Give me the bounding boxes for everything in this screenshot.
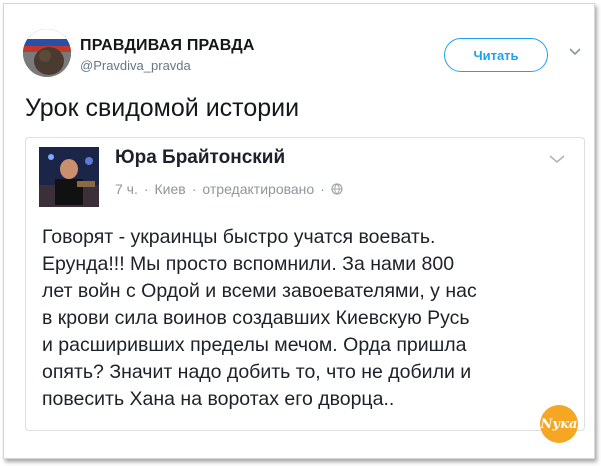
- post-body-line: Говорят - украинцы быстро учатся воевать…: [42, 226, 436, 248]
- chevron-down-icon[interactable]: [548, 154, 566, 164]
- post-meta: 7 ч. · Киев · отредактировано ·: [115, 181, 343, 197]
- post-body-line: Ерунда!!! Мы просто вспомнили. За нами 8…: [42, 253, 455, 275]
- watermark-logo: Nука: [540, 405, 578, 443]
- meta-separator: ·: [320, 181, 325, 197]
- post-author-avatar[interactable]: [39, 147, 99, 207]
- author-display-name[interactable]: ПРАВДИВАЯ ПРАВДА: [80, 37, 255, 55]
- post-edited[interactable]: отредактировано: [202, 181, 314, 197]
- author-avatar[interactable]: [23, 29, 71, 77]
- globe-icon: [331, 183, 343, 195]
- follow-button[interactable]: Читать: [444, 38, 548, 72]
- meta-separator: ·: [191, 181, 197, 197]
- post-body: Говорят - украинцы быстро учатся воевать…: [42, 224, 562, 413]
- post-body-line: и расширивших пределы мечом. Орда пришла: [42, 334, 467, 356]
- post-location[interactable]: Киев: [155, 181, 186, 197]
- post-body-line: в крови сила воинов создавших Киевскую Р…: [42, 307, 470, 329]
- post-body-line: лет войн с Ордой и всеми завоевателями, …: [42, 280, 477, 302]
- meta-separator: ·: [143, 181, 149, 197]
- post-body-line: повесить Хана на воротах его дворца..: [42, 388, 395, 410]
- post-author-name[interactable]: Юра Брайтонский: [115, 147, 285, 169]
- tweet-text: Урок свидомой истории: [25, 94, 300, 122]
- chevron-down-icon[interactable]: [568, 47, 582, 57]
- post-body-line: опять? Значит надо добить то, что не доб…: [42, 361, 472, 383]
- embedded-facebook-post: Юра Брайтонский 7 ч. · Киев · отредактир…: [25, 137, 585, 431]
- author-handle[interactable]: @Pravdiva_pravda: [80, 58, 191, 73]
- post-time[interactable]: 7 ч.: [115, 181, 138, 197]
